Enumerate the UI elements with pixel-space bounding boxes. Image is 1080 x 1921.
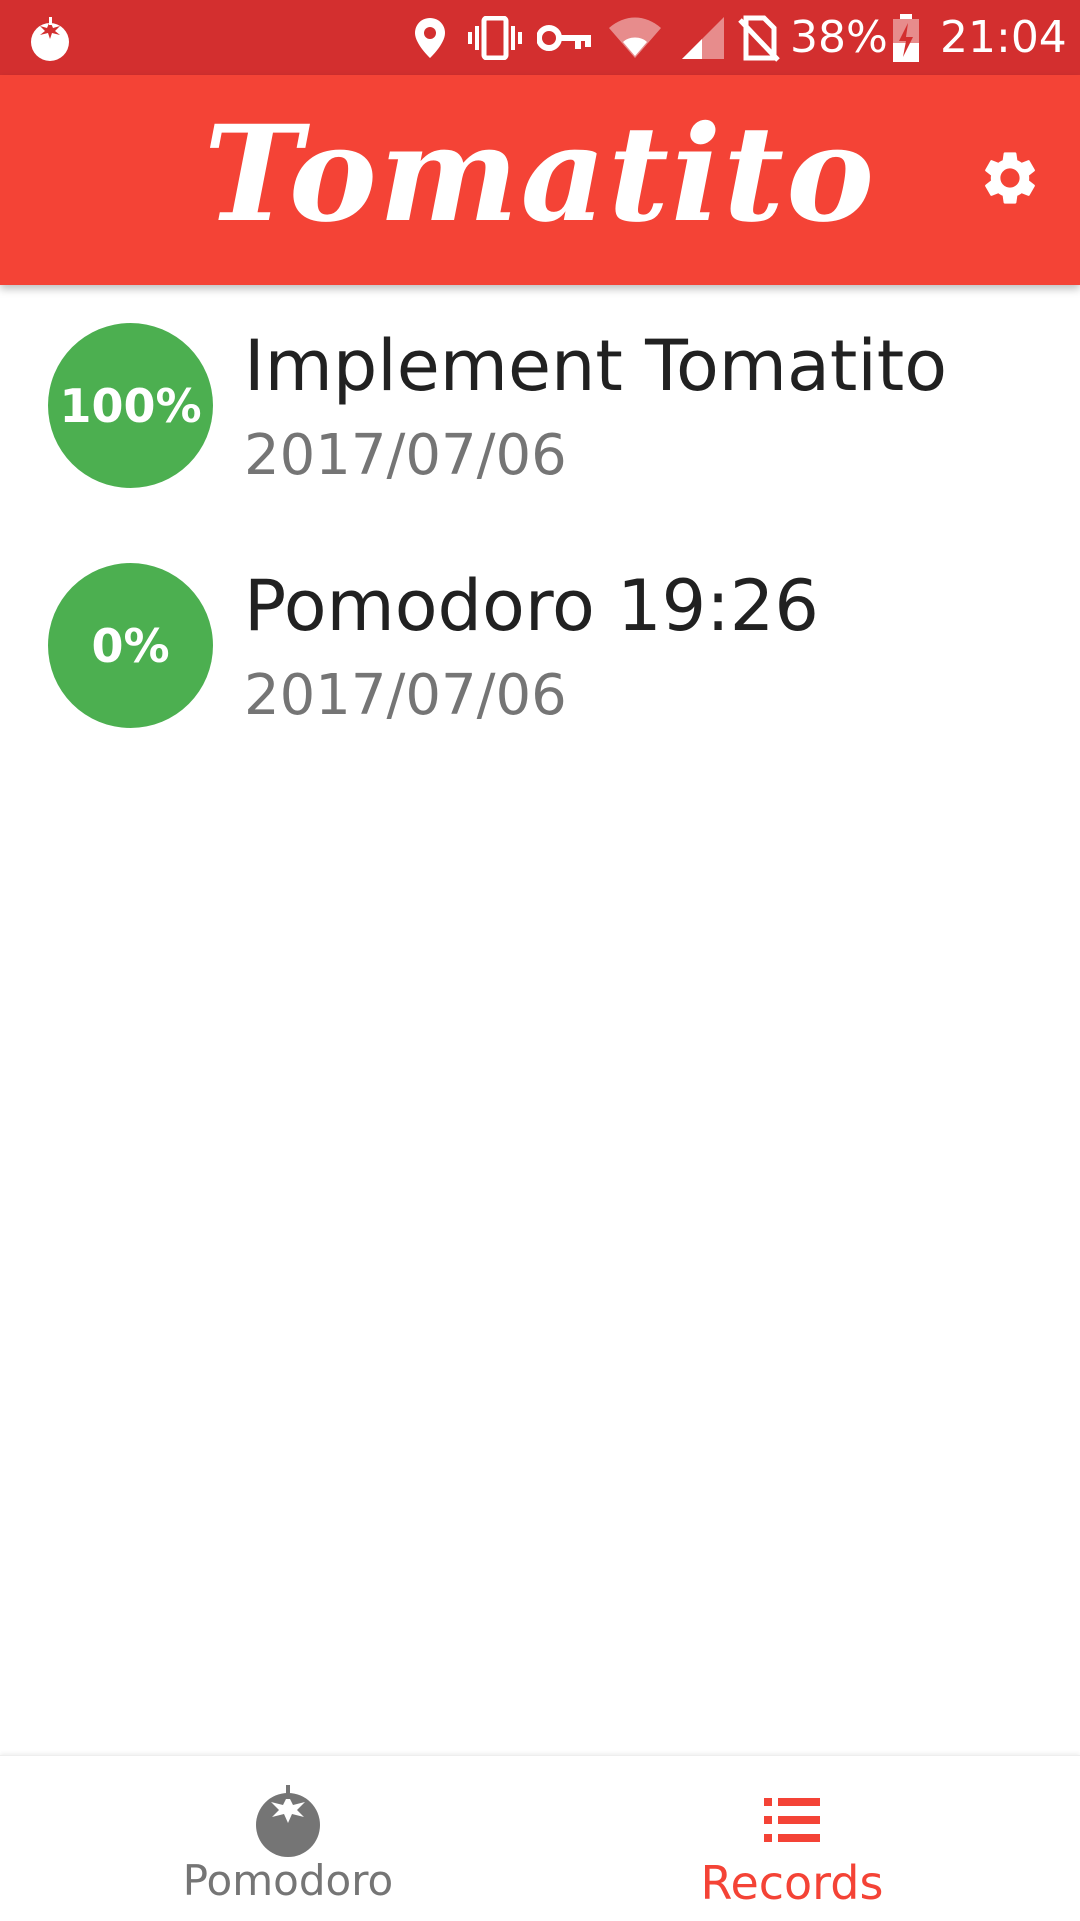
signal-icon xyxy=(678,0,728,75)
status-bar: 38% 21:04 xyxy=(0,0,1080,75)
nav-label-records: Records xyxy=(700,1856,884,1910)
vibrate-icon xyxy=(465,0,525,75)
bottom-nav: Pomodoro Records xyxy=(0,1755,1080,1921)
clock: 21:04 xyxy=(940,12,1067,63)
battery-charging-icon xyxy=(888,0,924,75)
record-title: Implement Tomatito xyxy=(244,325,948,407)
nav-item-records[interactable]: Records xyxy=(522,1756,1062,1921)
nav-item-pomodoro[interactable]: Pomodoro xyxy=(18,1756,558,1921)
tomato-icon xyxy=(18,1780,558,1860)
vpn-key-icon xyxy=(535,0,595,75)
battery-percent: 38% xyxy=(790,12,888,63)
wifi-icon xyxy=(605,0,665,75)
record-title: Pomodoro 19:26 xyxy=(244,565,819,647)
nav-label-pomodoro: Pomodoro xyxy=(182,1856,394,1905)
list-item[interactable]: 0% Pomodoro 19:26 2017/07/06 xyxy=(0,525,1080,765)
app-title: Tomatito xyxy=(203,97,877,252)
progress-badge: 0% xyxy=(48,563,213,728)
no-sim-icon xyxy=(735,0,783,75)
record-date: 2017/07/06 xyxy=(244,663,567,728)
record-date: 2017/07/06 xyxy=(244,423,567,488)
list-item[interactable]: 100% Implement Tomatito 2017/07/06 xyxy=(0,285,1080,525)
gear-icon xyxy=(978,146,1042,215)
app-bar: Tomatito xyxy=(0,75,1080,285)
tomato-icon xyxy=(22,0,78,75)
progress-badge: 100% xyxy=(48,323,213,488)
location-icon xyxy=(410,0,450,75)
settings-button[interactable] xyxy=(970,140,1050,220)
list-icon xyxy=(522,1780,1062,1860)
records-list: 100% Implement Tomatito 2017/07/06 0% Po… xyxy=(0,285,1080,765)
